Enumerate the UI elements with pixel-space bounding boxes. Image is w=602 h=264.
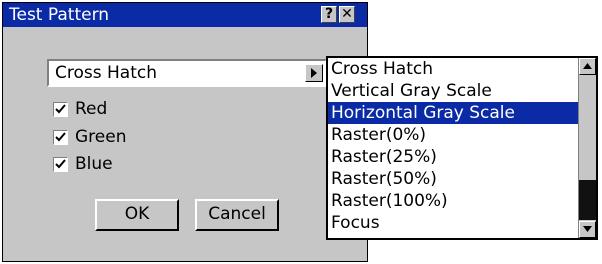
pattern-dropdown-list[interactable]: Cross Hatch Vertical Gray Scale Horizont… <box>326 56 598 240</box>
list-item[interactable]: Raster(0%) <box>328 124 581 146</box>
close-button[interactable]: ✕ <box>339 6 355 23</box>
cancel-button[interactable]: Cancel <box>195 199 279 231</box>
red-checkbox[interactable] <box>53 102 68 117</box>
list-item[interactable]: Raster(25%) <box>328 146 581 168</box>
list-item[interactable]: Focus <box>328 212 581 234</box>
list-item[interactable]: Raster(100%) <box>328 190 581 212</box>
checkmark-icon <box>55 132 66 142</box>
blue-checkbox[interactable] <box>53 157 68 172</box>
pattern-select[interactable]: Cross Hatch <box>47 59 327 87</box>
red-checkbox-label: Red <box>75 99 108 119</box>
checkmark-icon <box>55 159 66 169</box>
green-checkbox[interactable] <box>53 130 68 145</box>
list-item-selected[interactable]: Horizontal Gray Scale <box>328 102 581 124</box>
scroll-up-button[interactable] <box>579 58 596 75</box>
scroll-down-button[interactable] <box>579 221 596 238</box>
test-pattern-dialog: Test Pattern ? ✕ Cross Hatch Red Green B… <box>2 2 368 262</box>
arrow-up-icon <box>583 63 592 69</box>
window-title: Test Pattern <box>9 5 110 25</box>
chevron-right-icon <box>311 68 317 78</box>
ok-button[interactable]: OK <box>95 199 179 231</box>
list-scrollbar[interactable] <box>578 58 596 238</box>
list-item[interactable]: Cross Hatch <box>328 58 581 80</box>
arrow-down-icon <box>583 226 592 232</box>
help-button[interactable]: ? <box>321 6 337 23</box>
pattern-select-value: Cross Hatch <box>55 63 157 83</box>
list-item[interactable]: Vertical Gray Scale <box>328 80 581 102</box>
checkmark-icon <box>55 104 66 114</box>
title-bar[interactable]: Test Pattern ? ✕ <box>3 3 367 27</box>
blue-checkbox-label: Blue <box>75 154 113 174</box>
green-checkbox-label: Green <box>75 127 127 147</box>
pattern-select-button[interactable] <box>305 64 323 82</box>
close-icon: ✕ <box>341 6 353 22</box>
list-item[interactable]: Raster(50%) <box>328 168 581 190</box>
scrollbar-thumb[interactable] <box>579 180 596 220</box>
